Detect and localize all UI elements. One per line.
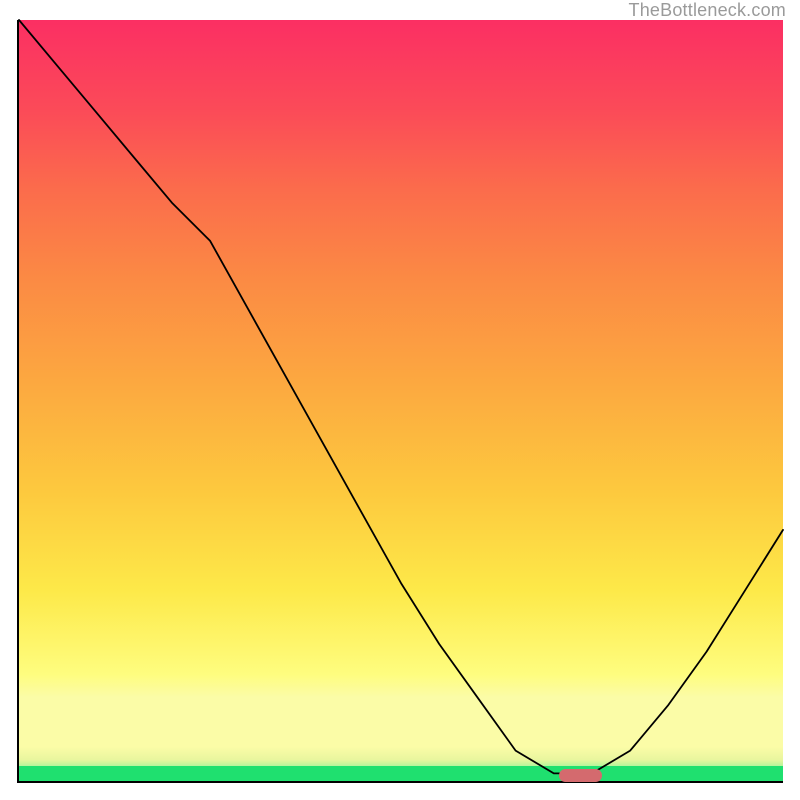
chart-curve-svg [19, 20, 783, 781]
bottleneck-curve-path [19, 20, 783, 773]
watermark-text: TheBottleneck.com [629, 0, 786, 21]
optimal-point-marker [559, 769, 602, 782]
chart-plot-area [17, 20, 783, 783]
